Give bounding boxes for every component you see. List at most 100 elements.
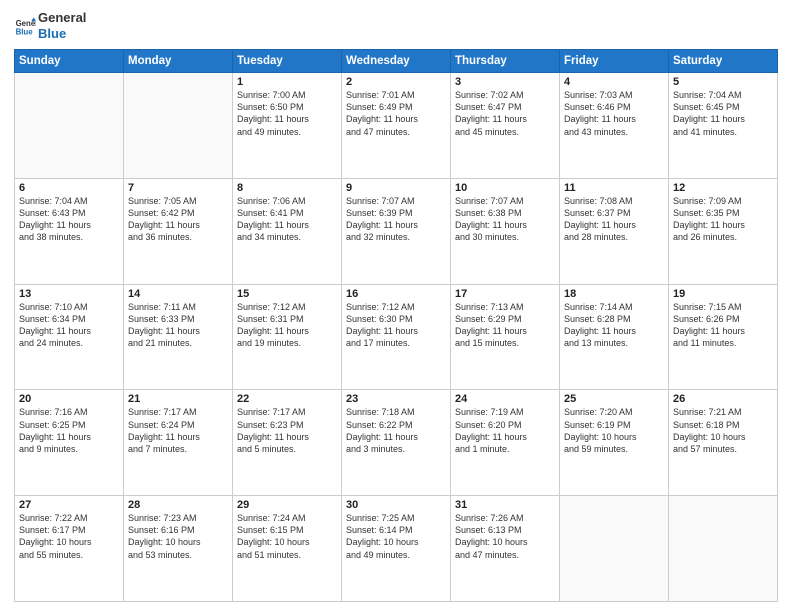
day-info: Sunrise: 7:18 AM Sunset: 6:22 PM Dayligh… <box>346 406 446 455</box>
day-number: 29 <box>237 499 337 511</box>
day-cell: 30Sunrise: 7:25 AM Sunset: 6:14 PM Dayli… <box>342 496 451 602</box>
day-cell: 3Sunrise: 7:02 AM Sunset: 6:47 PM Daylig… <box>451 73 560 179</box>
day-cell: 26Sunrise: 7:21 AM Sunset: 6:18 PM Dayli… <box>669 390 778 496</box>
day-info: Sunrise: 7:05 AM Sunset: 6:42 PM Dayligh… <box>128 195 228 244</box>
day-info: Sunrise: 7:17 AM Sunset: 6:23 PM Dayligh… <box>237 406 337 455</box>
day-number: 30 <box>346 499 446 511</box>
day-cell: 4Sunrise: 7:03 AM Sunset: 6:46 PM Daylig… <box>560 73 669 179</box>
week-row-2: 6Sunrise: 7:04 AM Sunset: 6:43 PM Daylig… <box>15 178 778 284</box>
day-info: Sunrise: 7:08 AM Sunset: 6:37 PM Dayligh… <box>564 195 664 244</box>
week-row-5: 27Sunrise: 7:22 AM Sunset: 6:17 PM Dayli… <box>15 496 778 602</box>
day-cell: 9Sunrise: 7:07 AM Sunset: 6:39 PM Daylig… <box>342 178 451 284</box>
day-info: Sunrise: 7:10 AM Sunset: 6:34 PM Dayligh… <box>19 301 119 350</box>
day-number: 2 <box>346 76 446 88</box>
day-info: Sunrise: 7:06 AM Sunset: 6:41 PM Dayligh… <box>237 195 337 244</box>
day-cell: 29Sunrise: 7:24 AM Sunset: 6:15 PM Dayli… <box>233 496 342 602</box>
day-number: 20 <box>19 393 119 405</box>
col-header-tuesday: Tuesday <box>233 50 342 73</box>
day-cell: 11Sunrise: 7:08 AM Sunset: 6:37 PM Dayli… <box>560 178 669 284</box>
day-number: 23 <box>346 393 446 405</box>
calendar-table: SundayMondayTuesdayWednesdayThursdayFrid… <box>14 49 778 602</box>
day-number: 13 <box>19 288 119 300</box>
day-info: Sunrise: 7:22 AM Sunset: 6:17 PM Dayligh… <box>19 512 119 561</box>
day-info: Sunrise: 7:20 AM Sunset: 6:19 PM Dayligh… <box>564 406 664 455</box>
day-number: 19 <box>673 288 773 300</box>
day-cell: 10Sunrise: 7:07 AM Sunset: 6:38 PM Dayli… <box>451 178 560 284</box>
day-info: Sunrise: 7:12 AM Sunset: 6:31 PM Dayligh… <box>237 301 337 350</box>
day-info: Sunrise: 7:04 AM Sunset: 6:45 PM Dayligh… <box>673 89 773 138</box>
day-info: Sunrise: 7:17 AM Sunset: 6:24 PM Dayligh… <box>128 406 228 455</box>
day-info: Sunrise: 7:23 AM Sunset: 6:16 PM Dayligh… <box>128 512 228 561</box>
day-number: 28 <box>128 499 228 511</box>
week-row-4: 20Sunrise: 7:16 AM Sunset: 6:25 PM Dayli… <box>15 390 778 496</box>
day-cell: 28Sunrise: 7:23 AM Sunset: 6:16 PM Dayli… <box>124 496 233 602</box>
day-info: Sunrise: 7:03 AM Sunset: 6:46 PM Dayligh… <box>564 89 664 138</box>
day-cell: 2Sunrise: 7:01 AM Sunset: 6:49 PM Daylig… <box>342 73 451 179</box>
day-info: Sunrise: 7:14 AM Sunset: 6:28 PM Dayligh… <box>564 301 664 350</box>
logo: General Blue General Blue <box>14 10 86 41</box>
day-number: 11 <box>564 182 664 194</box>
logo-icon: General Blue <box>14 15 36 37</box>
day-cell: 31Sunrise: 7:26 AM Sunset: 6:13 PM Dayli… <box>451 496 560 602</box>
day-cell: 1Sunrise: 7:00 AM Sunset: 6:50 PM Daylig… <box>233 73 342 179</box>
day-cell: 24Sunrise: 7:19 AM Sunset: 6:20 PM Dayli… <box>451 390 560 496</box>
day-info: Sunrise: 7:00 AM Sunset: 6:50 PM Dayligh… <box>237 89 337 138</box>
day-cell: 23Sunrise: 7:18 AM Sunset: 6:22 PM Dayli… <box>342 390 451 496</box>
day-number: 5 <box>673 76 773 88</box>
day-number: 6 <box>19 182 119 194</box>
day-number: 4 <box>564 76 664 88</box>
col-header-sunday: Sunday <box>15 50 124 73</box>
logo-text-general: General <box>38 10 86 26</box>
day-info: Sunrise: 7:16 AM Sunset: 6:25 PM Dayligh… <box>19 406 119 455</box>
day-info: Sunrise: 7:12 AM Sunset: 6:30 PM Dayligh… <box>346 301 446 350</box>
day-info: Sunrise: 7:04 AM Sunset: 6:43 PM Dayligh… <box>19 195 119 244</box>
day-cell <box>15 73 124 179</box>
day-number: 14 <box>128 288 228 300</box>
day-number: 18 <box>564 288 664 300</box>
day-cell: 12Sunrise: 7:09 AM Sunset: 6:35 PM Dayli… <box>669 178 778 284</box>
day-cell: 25Sunrise: 7:20 AM Sunset: 6:19 PM Dayli… <box>560 390 669 496</box>
day-cell: 18Sunrise: 7:14 AM Sunset: 6:28 PM Dayli… <box>560 284 669 390</box>
day-cell: 20Sunrise: 7:16 AM Sunset: 6:25 PM Dayli… <box>15 390 124 496</box>
col-header-friday: Friday <box>560 50 669 73</box>
logo-text-blue: Blue <box>38 26 86 42</box>
day-number: 7 <box>128 182 228 194</box>
day-info: Sunrise: 7:26 AM Sunset: 6:13 PM Dayligh… <box>455 512 555 561</box>
day-info: Sunrise: 7:11 AM Sunset: 6:33 PM Dayligh… <box>128 301 228 350</box>
day-info: Sunrise: 7:25 AM Sunset: 6:14 PM Dayligh… <box>346 512 446 561</box>
day-cell: 21Sunrise: 7:17 AM Sunset: 6:24 PM Dayli… <box>124 390 233 496</box>
day-number: 8 <box>237 182 337 194</box>
day-cell <box>124 73 233 179</box>
svg-text:Blue: Blue <box>16 27 34 36</box>
day-cell: 22Sunrise: 7:17 AM Sunset: 6:23 PM Dayli… <box>233 390 342 496</box>
day-number: 25 <box>564 393 664 405</box>
day-cell <box>560 496 669 602</box>
day-cell: 27Sunrise: 7:22 AM Sunset: 6:17 PM Dayli… <box>15 496 124 602</box>
day-number: 22 <box>237 393 337 405</box>
day-info: Sunrise: 7:01 AM Sunset: 6:49 PM Dayligh… <box>346 89 446 138</box>
day-info: Sunrise: 7:07 AM Sunset: 6:39 PM Dayligh… <box>346 195 446 244</box>
day-number: 10 <box>455 182 555 194</box>
day-info: Sunrise: 7:07 AM Sunset: 6:38 PM Dayligh… <box>455 195 555 244</box>
day-info: Sunrise: 7:09 AM Sunset: 6:35 PM Dayligh… <box>673 195 773 244</box>
day-number: 26 <box>673 393 773 405</box>
week-row-3: 13Sunrise: 7:10 AM Sunset: 6:34 PM Dayli… <box>15 284 778 390</box>
day-cell: 16Sunrise: 7:12 AM Sunset: 6:30 PM Dayli… <box>342 284 451 390</box>
col-header-monday: Monday <box>124 50 233 73</box>
day-info: Sunrise: 7:15 AM Sunset: 6:26 PM Dayligh… <box>673 301 773 350</box>
day-info: Sunrise: 7:19 AM Sunset: 6:20 PM Dayligh… <box>455 406 555 455</box>
week-row-1: 1Sunrise: 7:00 AM Sunset: 6:50 PM Daylig… <box>15 73 778 179</box>
day-cell: 6Sunrise: 7:04 AM Sunset: 6:43 PM Daylig… <box>15 178 124 284</box>
day-number: 12 <box>673 182 773 194</box>
day-number: 21 <box>128 393 228 405</box>
day-cell <box>669 496 778 602</box>
day-number: 1 <box>237 76 337 88</box>
day-number: 31 <box>455 499 555 511</box>
day-cell: 17Sunrise: 7:13 AM Sunset: 6:29 PM Dayli… <box>451 284 560 390</box>
col-header-thursday: Thursday <box>451 50 560 73</box>
day-info: Sunrise: 7:02 AM Sunset: 6:47 PM Dayligh… <box>455 89 555 138</box>
day-cell: 19Sunrise: 7:15 AM Sunset: 6:26 PM Dayli… <box>669 284 778 390</box>
day-number: 24 <box>455 393 555 405</box>
day-cell: 15Sunrise: 7:12 AM Sunset: 6:31 PM Dayli… <box>233 284 342 390</box>
day-info: Sunrise: 7:24 AM Sunset: 6:15 PM Dayligh… <box>237 512 337 561</box>
